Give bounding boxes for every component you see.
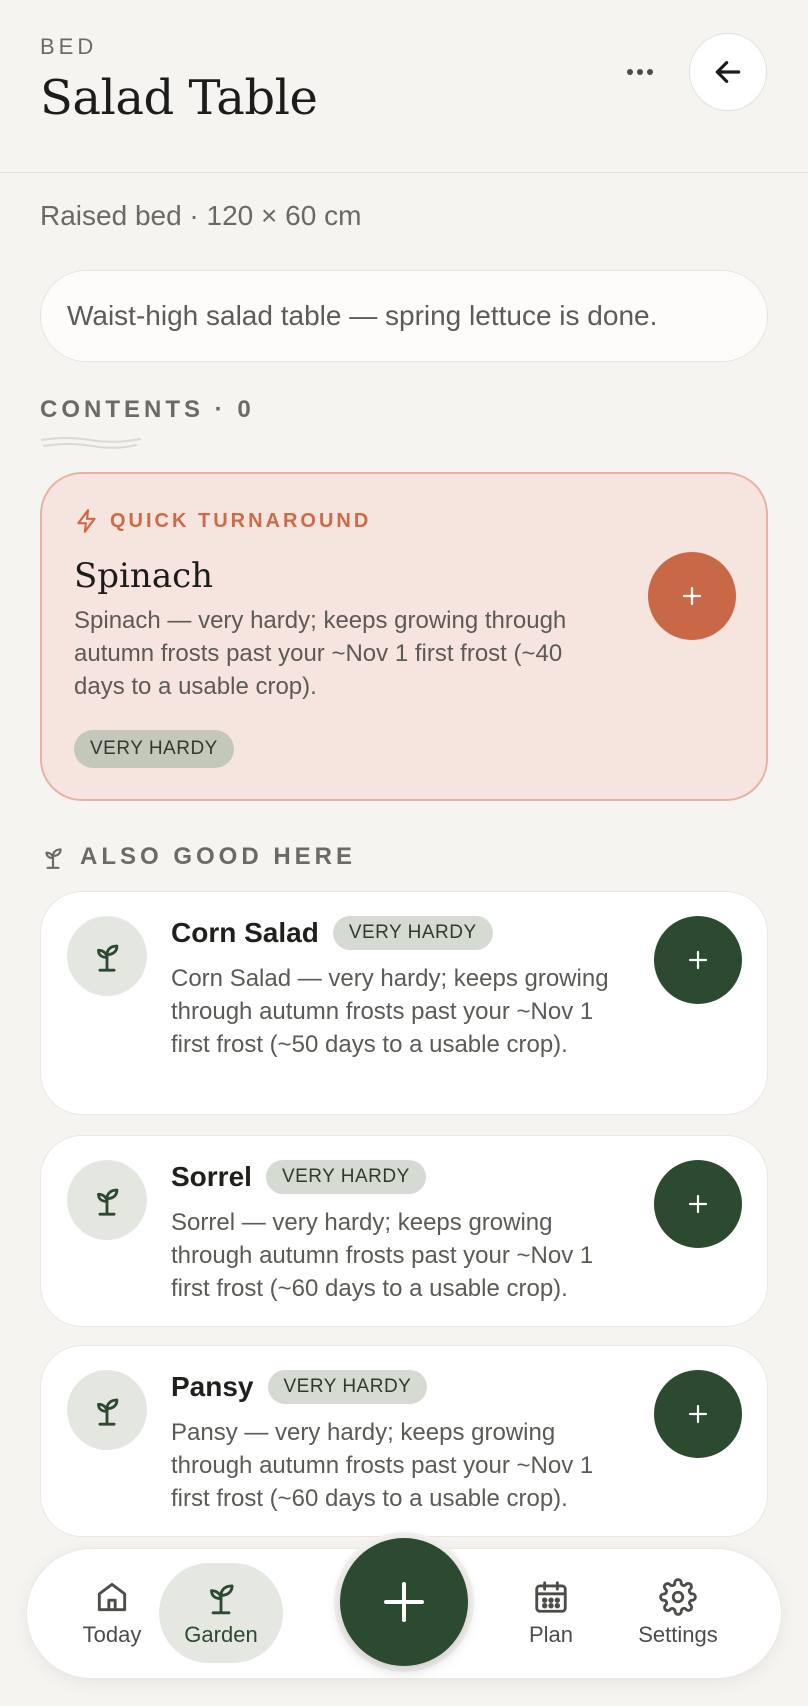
bed-note-field[interactable]: Waist-high salad table — spring lettuce … [40,270,768,362]
hardiness-badge: VERY HARDY [332,916,493,950]
fab-circle [340,1538,468,1666]
nav-label: Plan [528,1622,574,1647]
nav-item-today[interactable]: Today [57,1563,167,1663]
add-fab-button[interactable] [334,1532,474,1672]
more-horizontal-icon [627,69,653,75]
add-sorrel-button[interactable] [654,1160,742,1248]
plant-avatar [67,916,147,996]
plant-name: Sorrel [171,1161,252,1192]
plant-name: Corn Salad [171,917,319,948]
plus-icon [688,950,708,970]
plus-icon [688,1404,708,1424]
hardiness-badge: VERY HARDY [267,1370,428,1404]
feature-plant-name: Spinach [74,556,214,596]
nav-item-plan[interactable]: Plan [501,1563,601,1663]
lightning-icon [77,509,96,533]
plant-avatar [67,1370,147,1450]
suggestion-card-corn-salad[interactable]: Corn Salad VERY HARDY Corn Salad — very … [40,891,768,1115]
feature-eyebrow: QUICK TURNAROUND [74,508,371,534]
plant-description: Corn Salad — very hardy; keeps growing t… [171,965,609,1058]
heading-underline [41,437,141,449]
nav-item-garden[interactable]: Garden [159,1563,283,1663]
add-pansy-button[interactable] [654,1370,742,1458]
page-eyebrow: BED [40,34,98,59]
nav-label: Today [82,1622,142,1647]
sprout-icon [97,1188,119,1216]
arrow-left-icon [715,61,741,83]
add-corn-salad-button[interactable] [654,916,742,1004]
also-good-heading-row: ALSO GOOD HERE [40,843,356,871]
nav-item-settings[interactable]: Settings [623,1563,733,1663]
home-icon [97,1582,127,1612]
plant-description: Pansy — very hardy; keeps growing throug… [171,1419,594,1512]
card-name-row: Sorrel VERY HARDY [171,1160,426,1194]
hardiness-badge: VERY HARDY [74,730,234,768]
card-name-row: Corn Salad VERY HARDY [171,916,493,950]
sprout-icon [210,1584,234,1615]
sprout-icon [45,848,62,869]
calendar-icon [535,1581,567,1613]
plant-description: Sorrel — very hardy; keeps growing throu… [171,1209,594,1302]
quick-turnaround-card: QUICK TURNAROUND Spinach Spinach — very … [40,472,768,801]
contents-heading: CONTENTS · 0 [40,396,255,423]
plus-icon [688,1194,708,1214]
plant-avatar [67,1160,147,1240]
plant-name: Pansy [171,1371,254,1402]
more-options-button[interactable] [616,48,664,96]
plus-icon [384,1582,424,1622]
hardiness-badge: VERY HARDY [265,1160,426,1194]
feature-eyebrow-label: QUICK TURNAROUND [110,509,372,532]
card-name-row: Pansy VERY HARDY [171,1370,428,1404]
feature-description: Spinach — very hardy; keeps growing thro… [74,607,567,700]
sprout-icon [97,1398,119,1426]
bed-dimensions: Raised bed · 120 × 60 cm [40,200,362,231]
suggestion-card-pansy[interactable]: Pansy VERY HARDY Pansy — very hardy; kee… [40,1345,768,1537]
gear-icon [659,1578,697,1616]
sprout-icon [97,944,119,972]
add-spinach-button[interactable] [648,552,736,640]
nav-label: Settings [638,1622,718,1647]
nav-label: Garden [184,1622,258,1647]
back-button[interactable] [689,33,767,111]
suggestion-card-sorrel[interactable]: Sorrel VERY HARDY Sorrel — very hardy; k… [40,1135,768,1327]
page-title: Salad Table [40,70,318,126]
page-header: BED Salad Table [0,0,808,173]
also-good-heading: ALSO GOOD HERE [80,843,357,870]
plus-icon [682,586,702,606]
